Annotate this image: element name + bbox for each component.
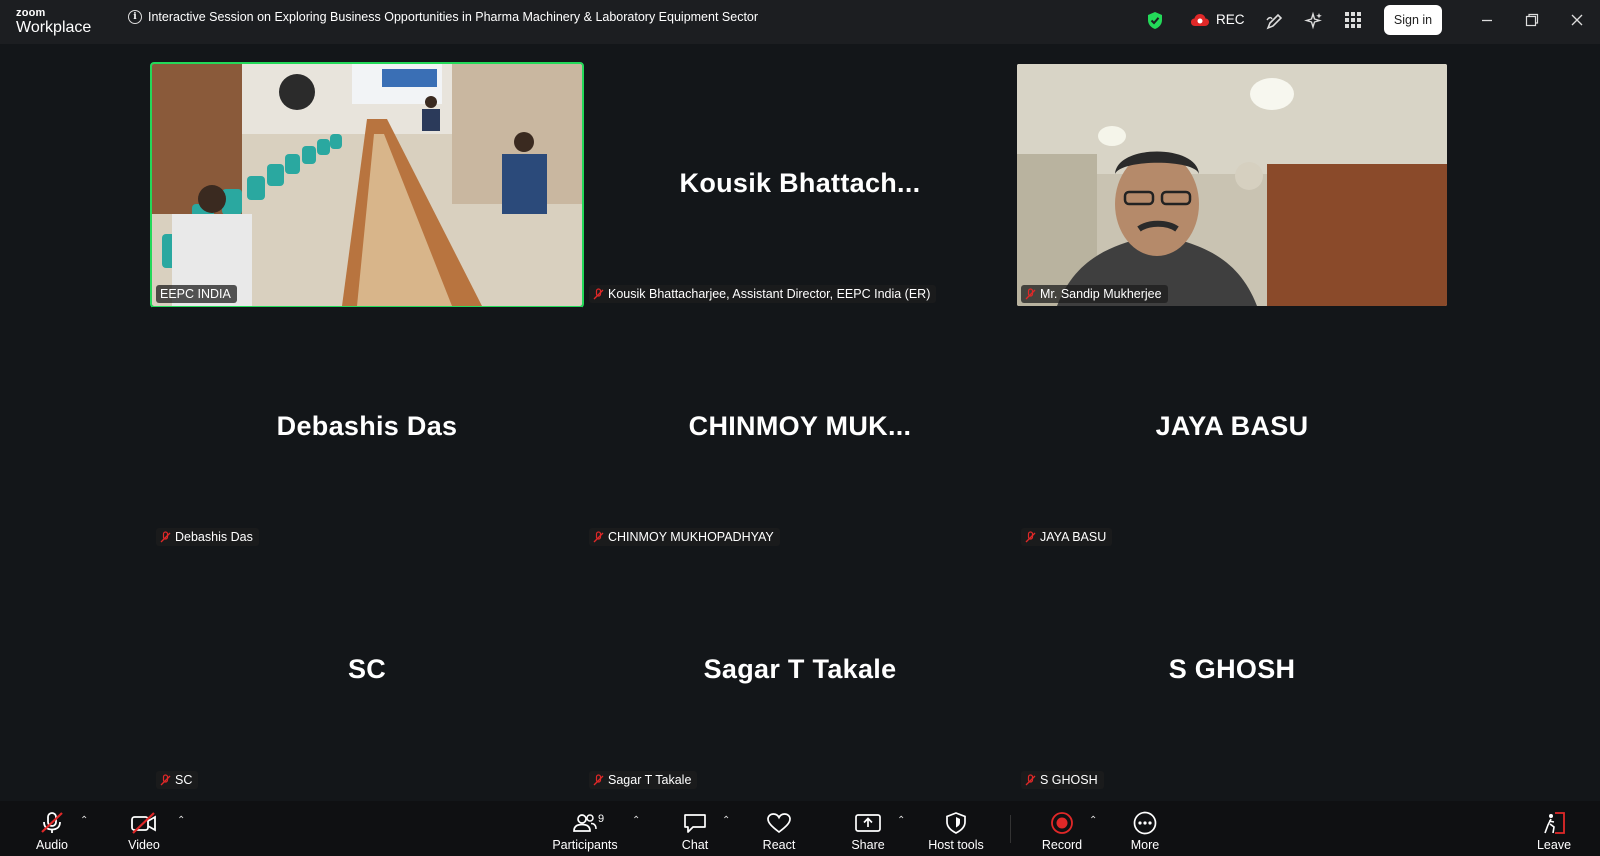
meeting-info[interactable]: i Interactive Session on Exploring Busin… bbox=[128, 10, 758, 24]
apps-grid-icon[interactable] bbox=[1344, 11, 1362, 29]
participant-display-name: SC bbox=[347, 654, 387, 684]
title-bar: zoom Workplace i Interactive Session on … bbox=[0, 0, 1600, 44]
close-icon[interactable] bbox=[1569, 12, 1585, 28]
mic-muted-icon bbox=[1025, 287, 1036, 299]
participant-name-tag: CHINMOY MUKHOPADHYAY bbox=[589, 528, 780, 546]
participant-name-tag: SC bbox=[156, 771, 199, 789]
meeting-toolbar: Audio ⌃ Video ⌃ Participants 9 ⌃ Chat ⌃ … bbox=[0, 801, 1600, 856]
audio-button[interactable]: Audio bbox=[30, 801, 74, 852]
participant-tile-jaya-basu[interactable]: JAYA BASU JAYA BASU bbox=[1017, 307, 1447, 549]
participant-display-name: S GHOSH bbox=[1168, 654, 1296, 684]
more-button[interactable]: More bbox=[1128, 801, 1162, 852]
mic-muted-icon bbox=[41, 812, 63, 833]
participants-button[interactable]: Participants bbox=[548, 801, 622, 852]
record-icon bbox=[1051, 812, 1073, 834]
minimize-icon[interactable] bbox=[1479, 12, 1495, 28]
participants-count: 9 bbox=[598, 813, 605, 825]
share-screen-icon bbox=[855, 814, 881, 832]
recording-indicator[interactable]: REC bbox=[1190, 12, 1245, 27]
participant-tile-chinmoy[interactable]: CHINMOY MUK... CHINMOY MUKHOPADHYAY bbox=[585, 307, 1015, 549]
record-button[interactable]: Record bbox=[1040, 801, 1084, 852]
participant-tile-debashis-das[interactable]: Debashis Das Debashis Das bbox=[152, 307, 582, 549]
chat-options-caret-icon[interactable]: ⌃ bbox=[722, 815, 730, 826]
participant-name-tag: JAYA BASU bbox=[1021, 528, 1113, 546]
participants-options-caret-icon[interactable]: ⌃ bbox=[632, 815, 640, 826]
chat-button[interactable]: Chat bbox=[680, 801, 710, 852]
shield-check-icon[interactable] bbox=[1147, 11, 1163, 30]
participant-name-tag: Mr. Sandip Mukherjee bbox=[1021, 285, 1168, 303]
mic-muted-icon bbox=[1025, 530, 1036, 542]
participant-display-name: CHINMOY MUK... bbox=[688, 411, 912, 441]
participant-tile-sagar-takale[interactable]: Sagar T Takale Sagar T Takale bbox=[585, 550, 1015, 792]
participant-display-name: JAYA BASU bbox=[1155, 411, 1309, 441]
share-options-caret-icon[interactable]: ⌃ bbox=[897, 815, 905, 826]
restore-icon[interactable] bbox=[1524, 12, 1540, 28]
conference-room-video bbox=[152, 64, 582, 306]
cloud-record-icon bbox=[1191, 13, 1209, 26]
participant-video bbox=[1017, 64, 1447, 306]
participant-tile-kousik[interactable]: Kousik Bhattach... Kousik Bhattacharjee,… bbox=[585, 64, 1015, 306]
share-button[interactable]: Share bbox=[851, 801, 885, 852]
info-icon[interactable]: i bbox=[128, 10, 142, 24]
participant-name-tag: Debashis Das bbox=[156, 528, 259, 546]
leave-button[interactable]: Leave bbox=[1536, 801, 1572, 852]
ai-companion-icon[interactable] bbox=[1304, 11, 1324, 31]
audio-options-caret-icon[interactable]: ⌃ bbox=[80, 815, 88, 826]
participant-display-name: Sagar T Takale bbox=[703, 654, 897, 684]
mic-muted-icon bbox=[593, 773, 604, 785]
app-logo: zoom Workplace bbox=[16, 7, 92, 36]
participant-name-tag: EEPC INDIA bbox=[156, 285, 237, 303]
heart-icon bbox=[767, 813, 791, 834]
meeting-title: Interactive Session on Exploring Busines… bbox=[148, 10, 759, 24]
video-options-caret-icon[interactable]: ⌃ bbox=[177, 815, 185, 826]
mic-muted-icon bbox=[160, 773, 171, 785]
mic-muted-icon bbox=[1025, 773, 1036, 785]
record-options-caret-icon[interactable]: ⌃ bbox=[1089, 815, 1097, 826]
mic-muted-icon bbox=[593, 287, 604, 299]
participant-tile-sc[interactable]: SC SC bbox=[152, 550, 582, 792]
participant-display-name: Kousik Bhattach... bbox=[679, 168, 921, 198]
participant-name-tag: S GHOSH bbox=[1021, 771, 1104, 789]
host-shield-icon bbox=[946, 812, 966, 834]
participant-name-tag: Sagar T Takale bbox=[589, 771, 698, 789]
leave-door-icon bbox=[1544, 812, 1565, 834]
host-tools-button[interactable]: Host tools bbox=[925, 801, 987, 852]
camera-off-icon bbox=[131, 812, 156, 834]
chat-bubble-icon bbox=[684, 814, 706, 833]
participant-display-name: Debashis Das bbox=[276, 411, 458, 441]
mic-muted-icon bbox=[160, 530, 171, 542]
sign-in-button[interactable]: Sign in bbox=[1384, 5, 1442, 35]
participant-tile-sandip-mukherjee[interactable]: Mr. Sandip Mukherjee bbox=[1017, 64, 1447, 306]
participant-tile-eepc-india[interactable]: EEPC INDIA bbox=[150, 62, 584, 308]
mic-muted-icon bbox=[593, 530, 604, 542]
react-button[interactable]: React bbox=[762, 801, 796, 852]
participant-tile-s-ghosh[interactable]: S GHOSH S GHOSH bbox=[1017, 550, 1447, 792]
toolbar-divider bbox=[1010, 815, 1011, 843]
whiteboard-pen-icon[interactable] bbox=[1265, 11, 1285, 31]
more-dots-icon bbox=[1133, 811, 1157, 835]
video-button[interactable]: Video bbox=[122, 801, 166, 852]
participant-name-tag: Kousik Bhattacharjee, Assistant Director… bbox=[589, 285, 937, 303]
participants-icon bbox=[573, 814, 597, 832]
